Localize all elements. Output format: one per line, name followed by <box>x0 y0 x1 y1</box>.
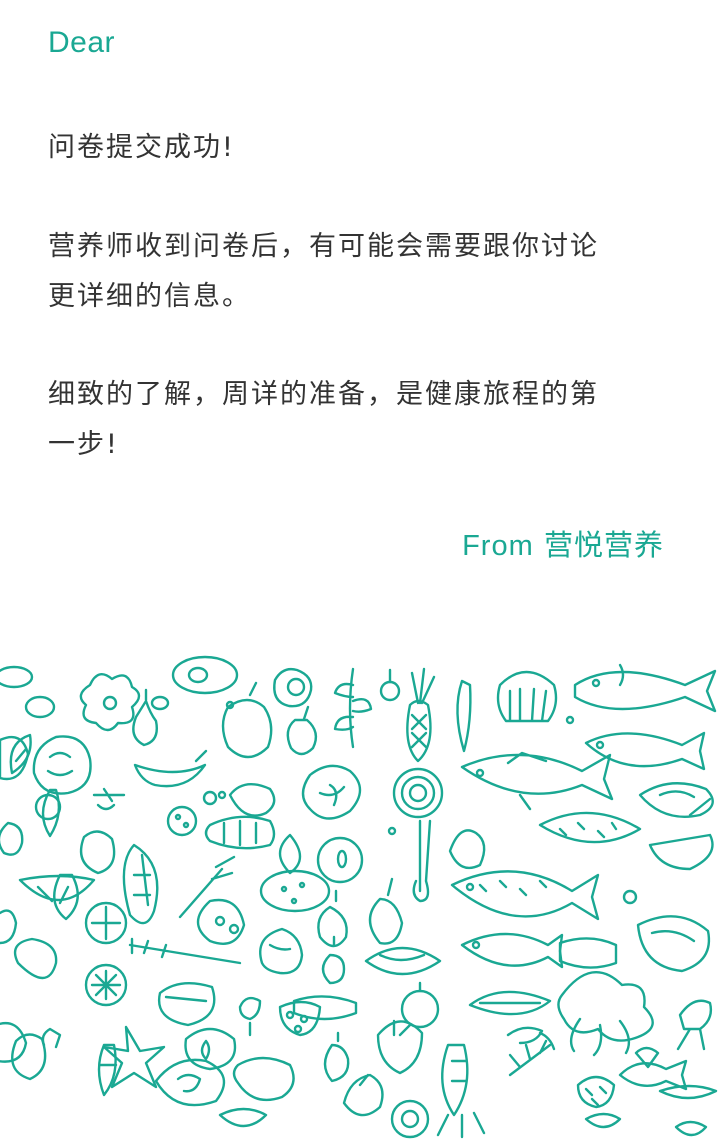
greeting-text: Dear <box>48 26 116 59</box>
success-message: 问卷提交成功! <box>48 132 235 163</box>
food-doodle-pattern-icon <box>0 655 718 1139</box>
health-journey-note: 细致的了解，周详的准备，是健康旅程的第 一步! <box>48 379 599 460</box>
signature-name: 营悦营养 <box>543 528 664 562</box>
nutritionist-note: 营养师收到问卷后，有可能会需要跟你讨论 更详细的信息。 <box>48 231 599 312</box>
signature-from: From <box>462 530 534 562</box>
signature: From 营悦营养 <box>462 522 664 564</box>
